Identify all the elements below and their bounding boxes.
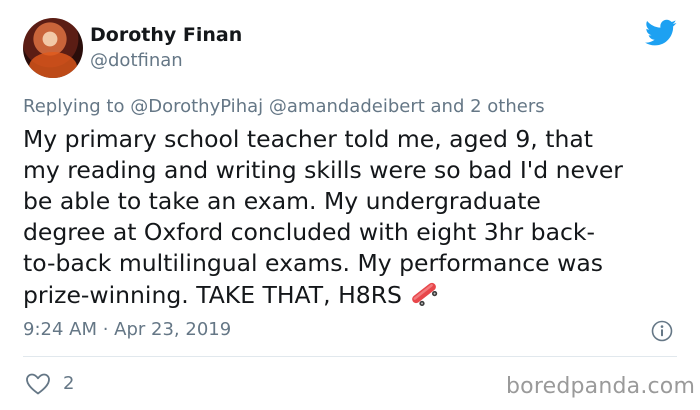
twitter-bird-icon[interactable] [645, 19, 677, 47]
watermark: boredpanda.com [506, 374, 696, 399]
like-count[interactable]: 2 [63, 373, 74, 394]
replying-prefix: Replying to [23, 96, 125, 117]
replying-to-line: Replying to @DorothyPihaj @amandadeibert… [23, 96, 545, 117]
tweet-timestamp[interactable]: 9:24 AM · Apr 23, 2019 [23, 319, 231, 340]
author-handle[interactable]: @dotfinan [90, 50, 183, 71]
heart-icon[interactable] [25, 372, 51, 396]
tweet-text: My primary school teacher told me, aged … [23, 124, 683, 311]
reply-mention-link[interactable]: @DorothyPihaj [130, 96, 263, 117]
author-name[interactable]: Dorothy Finan [90, 24, 242, 46]
reply-others-link[interactable]: and 2 others [431, 96, 545, 117]
reply-mention-link[interactable]: @amandadeibert [269, 96, 425, 117]
info-icon[interactable] [651, 320, 673, 342]
avatar[interactable] [23, 18, 83, 78]
tweet-body: My primary school teacher told me, aged … [23, 125, 623, 309]
skateboard-emoji-icon [412, 282, 438, 307]
divider [23, 356, 677, 357]
